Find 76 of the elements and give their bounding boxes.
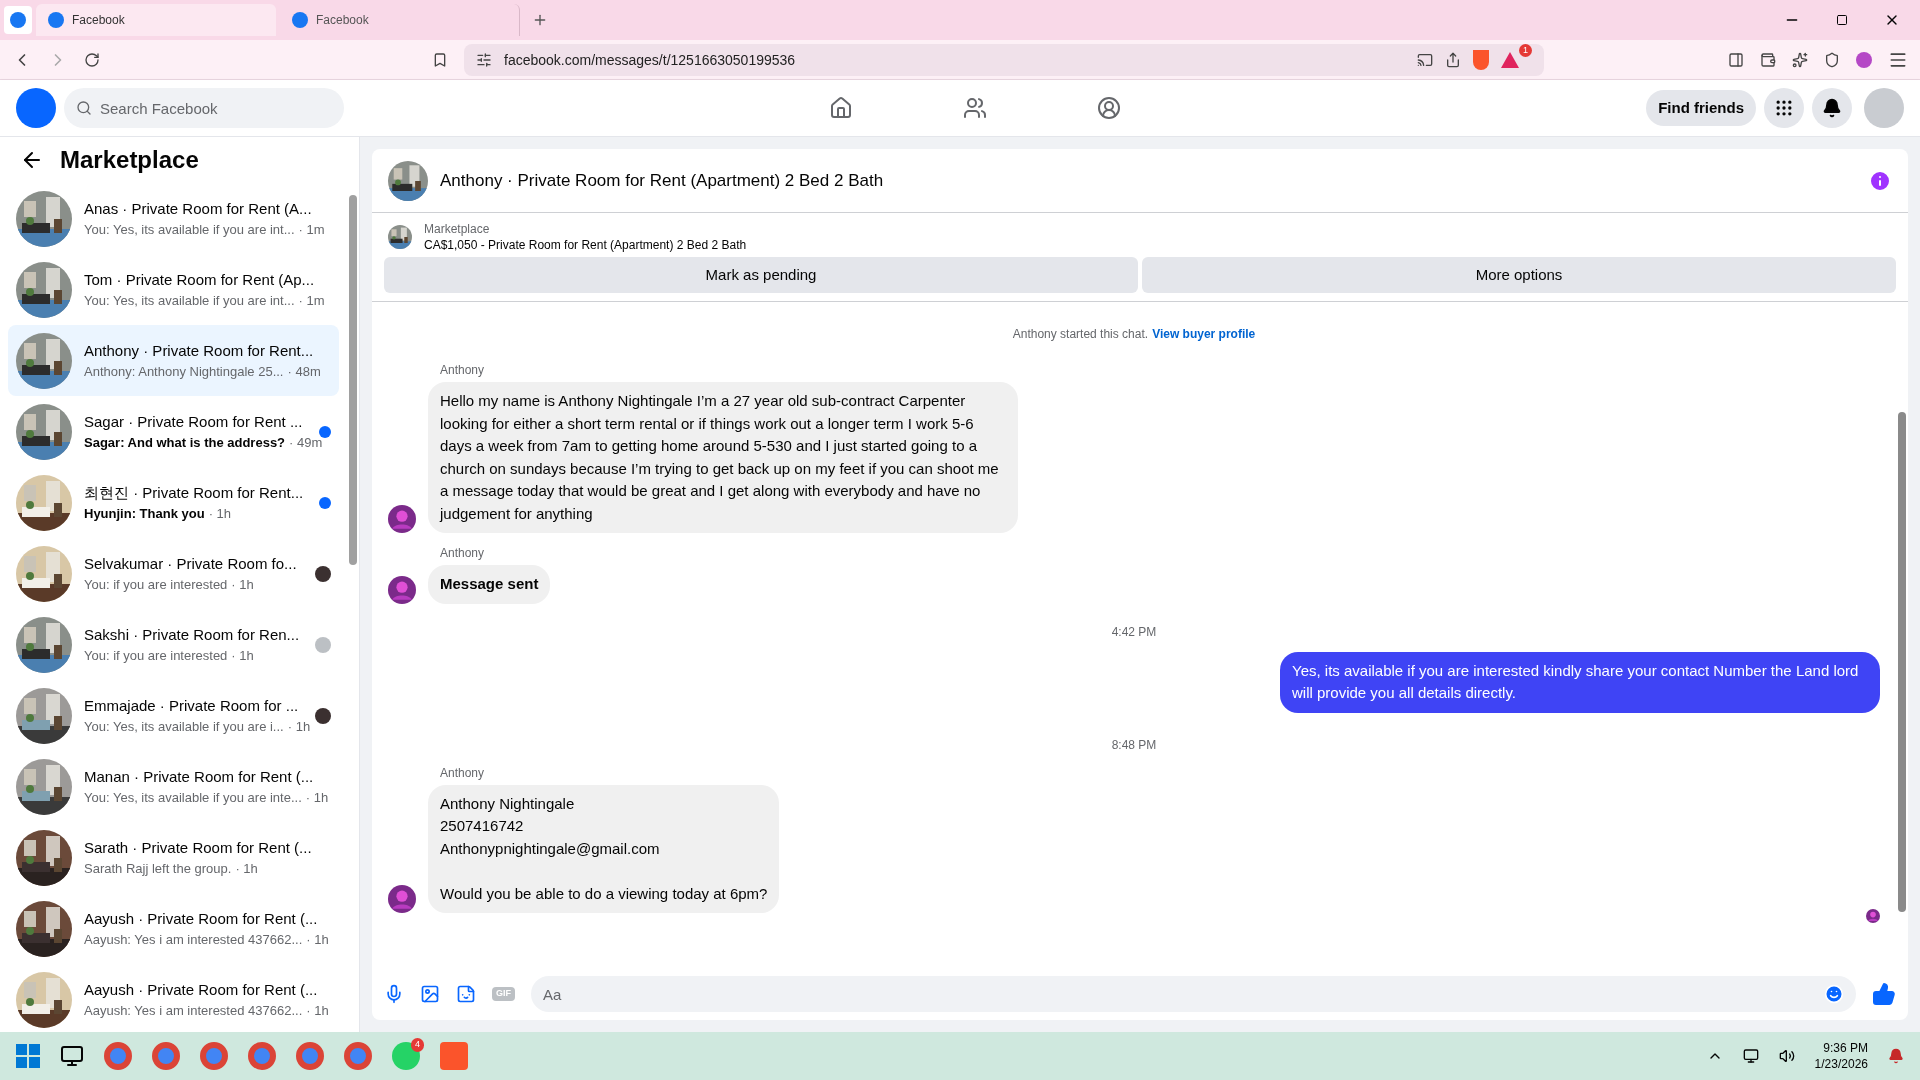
- message-time: · 1h: [306, 1002, 329, 1020]
- message-time: · 1h: [287, 718, 311, 736]
- conversation-item[interactable]: Aayush · Private Room for Rent (... Aayush: Yes i am interested 437662... · 1h: [8, 893, 339, 964]
- message-preview: You: Yes, its available if you are int...: [84, 221, 295, 239]
- clock-date: 1/23/2026: [1814, 1056, 1868, 1072]
- notification-badge: 1: [1519, 43, 1532, 57]
- sender-name: Anthony: [440, 545, 486, 561]
- message-time: · 48m: [287, 363, 321, 381]
- message-time: · 1h: [235, 860, 258, 878]
- message-preview: Anthony: Anthony Nightingale 25...: [84, 363, 284, 381]
- message-preview: You: if you are interested: [84, 576, 228, 594]
- message-preview: Sarath Rajj left the group.: [84, 860, 232, 878]
- message-preview: You: Yes, its available if you are inte...: [84, 789, 302, 807]
- buyer-profile-link[interactable]: View buyer profile: [1152, 326, 1256, 342]
- conversation-title: 최현진 · Private Room for Rent...: [84, 482, 305, 503]
- system-message: Anthony started this chat.: [1012, 326, 1149, 342]
- listing-text: CA$1,050 - Private Room for Rent (Apartment) 2 Bed 2 Bath: [424, 237, 747, 253]
- conversation-item[interactable]: Aayush · Private Room for Rent (... Aayush: Yes i am interested 437662... · 1h: [8, 964, 339, 1032]
- conversation-title: Tom · Private Room for Rent (Ap...: [84, 269, 316, 290]
- message-time: · 1m: [298, 221, 325, 239]
- sender-name: Anthony: [440, 362, 486, 378]
- message-preview: You: Yes, its available if you are int...: [84, 292, 295, 310]
- action-button[interactable]: Mark as pending: [384, 257, 1138, 293]
- message-preview: Sagar: And what is the address?: [84, 434, 286, 452]
- conversation-item[interactable]: Emmajade · Private Room for ... You: Yes, its available if you are i... · 1h: [8, 680, 339, 751]
- browser-tab[interactable]: Facebook: [280, 4, 520, 36]
- conversation-title: Sagar · Private Room for Rent ...: [84, 411, 304, 432]
- conversation-title: Selvakumar · Private Room fo...: [84, 553, 298, 574]
- message-time: · 1h: [305, 789, 329, 807]
- conversation-title: Sakshi · Private Room for Ren...: [84, 624, 301, 645]
- message-time: · 49m: [289, 434, 323, 452]
- conversation-title: Anas · Private Room for Rent (A...: [84, 198, 313, 219]
- chat-title: Anthony · Private Room for Rent (Apartment) 2 Bed 2 Bath: [440, 169, 885, 192]
- browser-tab[interactable]: Facebook: [36, 4, 276, 36]
- conversation-title: Emmajade · Private Room for ...: [84, 695, 300, 716]
- action-button[interactable]: More options: [1142, 257, 1896, 293]
- conversation-title: Aayush · Private Room for Rent (...: [84, 908, 319, 929]
- message-preview: You: if you are interested: [84, 647, 228, 665]
- timestamp: 4:42 PM: [1111, 623, 1157, 640]
- conversation-title: Sarath · Private Room for Rent (...: [84, 837, 313, 858]
- message-time: · 1h: [231, 647, 254, 665]
- sender-name: Anthony: [440, 764, 486, 781]
- conversation-item[interactable]: Selvakumar · Private Room fo... You: if you are interested · 1h: [8, 538, 339, 609]
- message-preview: Aayush: Yes i am interested 437662...: [84, 931, 303, 949]
- timestamp: 8:48 PM: [1111, 736, 1157, 753]
- sidebar-title: Marketplace: [60, 145, 199, 175]
- message-time: · 1h: [306, 931, 329, 949]
- message-field[interactable]: Aa: [531, 976, 1856, 1012]
- clock-time: 9:36 PM: [1823, 1040, 1868, 1056]
- listing-label: Marketplace: [424, 221, 491, 237]
- message-time: · 1m: [298, 292, 325, 310]
- address-bar[interactable]: facebook.com/messages/t/1251663050199536 1: [464, 43, 1544, 76]
- conversation-item[interactable]: 최현진 · Private Room for Rent... Hyunjin: Thank you · 1h: [8, 467, 339, 538]
- conversation-title: Aayush · Private Room for Rent (...: [84, 979, 319, 1000]
- conversation-item[interactable]: Sakshi · Private Room for Ren... You: if you are interested · 1h: [8, 609, 339, 680]
- url-text: facebook.com/messages/t/1251663050199536: [504, 50, 797, 70]
- message-preview: Aayush: Yes i am interested 437662...: [84, 1002, 303, 1020]
- incoming-message: Message sent: [428, 565, 551, 604]
- conversation-item[interactable]: Sarath · Private Room for Rent (... Sarath Rajj left the group. · 1h: [8, 822, 339, 893]
- conversation-item[interactable]: Tom · Private Room for Rent (Ap... You: Yes, its available if you are int... · 1m: [8, 254, 339, 325]
- conversation-title: Anthony · Private Room for Rent...: [84, 340, 315, 361]
- find-friends-button[interactable]: Find friends: [1646, 90, 1756, 126]
- message-preview: Hyunjin: Thank you: [84, 505, 205, 523]
- conversation-title: Manan · Private Room for Rent (...: [84, 766, 315, 787]
- conversation-item[interactable]: Anthony · Private Room for Rent... Anthony: Anthony Nightingale 25... · 48m: [8, 325, 339, 396]
- message-time: · 1h: [231, 576, 254, 594]
- message-preview: You: Yes, its available if you are i...: [84, 718, 284, 736]
- notification-badge: 4: [411, 1038, 424, 1052]
- incoming-message: Hello my name is Anthony Nightingale I’m a 27 year old sub-contract Carpenter looking for either a short term rental or if things work out a longer term I work 5-6 days a week from 7am to getting home around 5-530 and I just started going to a church on sundays because I’m trying to get back up on my feet if you can shoot me a message today that would be great and I get along with everybody and have no judgement for anything: [428, 382, 1018, 533]
- conversation-item[interactable]: Sagar · Private Room for Rent ... Sagar: And what is the address? · 49m: [8, 396, 339, 467]
- conversation-item[interactable]: Manan · Private Room for Rent (... You: Yes, its available if you are inte... · 1h: [8, 751, 339, 822]
- conversation-item[interactable]: Anas · Private Room for Rent (A... You: Yes, its available if you are int... · 1m: [8, 183, 339, 254]
- incoming-message: Anthony Nightingale 2507416742 Anthonypnightingale@gmail.com Would you be able to do a viewing today at 6pm?: [428, 784, 780, 913]
- search-field[interactable]: Search Facebook: [64, 88, 344, 128]
- outgoing-message: Yes, its available if you are interested kindly share your contact Number the Land lord will provide you all details directly.: [1280, 651, 1880, 713]
- message-time: · 1h: [208, 505, 232, 523]
